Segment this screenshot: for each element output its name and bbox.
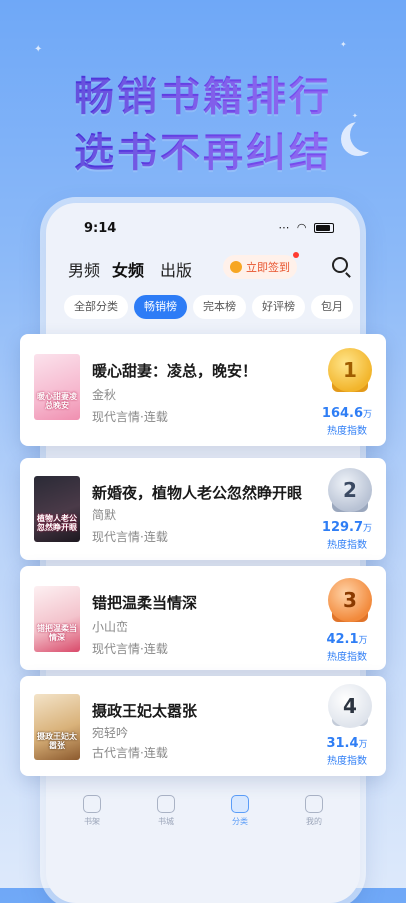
chip-rated[interactable]: 好评榜 xyxy=(252,295,305,319)
book-author: 金秋 xyxy=(92,388,117,402)
book-cover[interactable]: 错把温柔当情深 xyxy=(34,586,80,652)
book-card[interactable]: 错把温柔当情深 错把温柔当情深 小山峦 现代言情·连载 3 42.1万 热度指数 xyxy=(20,566,386,670)
book-title[interactable]: 暖心甜妻：凌总，晚安！ xyxy=(92,360,257,381)
book-cover[interactable]: 摄政王妃太嚣张 xyxy=(34,694,80,760)
status-icons: ⋯ ◠ xyxy=(278,221,334,234)
heat-index: 164.6万 热度指数 xyxy=(321,406,373,437)
headline-line1: 畅销书籍排行 xyxy=(74,74,332,120)
category-icon xyxy=(231,795,249,813)
tab-male[interactable]: 男频 xyxy=(68,257,100,281)
book-cover[interactable]: 植物人老公忽然睁开眼 xyxy=(34,476,80,542)
battery-icon xyxy=(314,223,334,233)
tab-publish[interactable]: 出版 xyxy=(160,257,192,281)
top-nav: 男频 女频 出版 立即签到 xyxy=(68,252,348,285)
rank-badge: 4 xyxy=(328,684,372,728)
rank-medal-silver: 2 xyxy=(328,468,372,512)
profile-icon xyxy=(305,795,323,813)
chip-all[interactable]: 全部分类 xyxy=(64,295,128,319)
coin-icon xyxy=(230,261,242,273)
heat-index: 129.7万 热度指数 xyxy=(321,520,373,551)
book-author: 宛轻吟 xyxy=(92,726,129,740)
book-card[interactable]: 暖心甜妻凌总晚安 暖心甜妻：凌总，晚安！ 金秋 现代言情·连载 1 164.6万… xyxy=(20,334,386,446)
tab-profile[interactable]: 我的 xyxy=(294,795,334,827)
status-time: 9:14 xyxy=(84,221,117,236)
book-author: 简默 xyxy=(92,508,117,522)
search-icon[interactable] xyxy=(332,257,348,273)
book-title[interactable]: 新婚夜，植物人老公忽然睁开眼 xyxy=(92,482,302,503)
wifi-icon: ◠ xyxy=(296,221,309,234)
signal-icon: ⋯ xyxy=(278,221,292,234)
headline-line2: 选书不再纠结 xyxy=(74,130,332,176)
filter-chips: 全部分类 畅销榜 完本榜 好评榜 包月 xyxy=(64,295,360,321)
tab-bookshelf[interactable]: 书架 xyxy=(72,795,112,827)
rank-medal-bronze: 3 xyxy=(328,578,372,622)
heat-index: 31.4万 热度指数 xyxy=(326,736,368,767)
star-icon: ✦ xyxy=(34,44,43,55)
tab-female[interactable]: 女频 xyxy=(112,257,144,281)
book-card[interactable]: 植物人老公忽然睁开眼 新婚夜，植物人老公忽然睁开眼 简默 现代言情·连载 2 1… xyxy=(20,458,386,560)
tab-bookstore[interactable]: 书城 xyxy=(146,795,186,827)
book-cover[interactable]: 暖心甜妻凌总晚安 xyxy=(34,354,80,420)
book-card[interactable]: 摄政王妃太嚣张 摄政王妃太嚣张 宛轻吟 古代言情·连载 4 31.4万 热度指数 xyxy=(20,676,386,776)
bottom-tab-bar: 书架 书城 分类 我的 xyxy=(46,783,360,843)
star-icon: ✦ xyxy=(340,40,347,49)
bookstore-icon xyxy=(157,795,175,813)
book-tags: 现代言情·连载 xyxy=(92,642,168,656)
book-author: 小山峦 xyxy=(92,620,129,634)
book-title[interactable]: 错把温柔当情深 xyxy=(92,592,197,613)
book-tags: 现代言情·连载 xyxy=(92,530,168,544)
checkin-button[interactable]: 立即签到 xyxy=(223,252,299,279)
status-bar: 9:14 ⋯ ◠ xyxy=(46,203,360,249)
notification-dot xyxy=(293,252,299,258)
chip-completed[interactable]: 完本榜 xyxy=(193,295,246,319)
book-tags: 现代言情·连载 xyxy=(92,410,168,424)
heat-index: 42.1万 热度指数 xyxy=(326,632,368,663)
chip-bestseller[interactable]: 畅销榜 xyxy=(134,295,187,319)
rank-medal-gold: 1 xyxy=(328,348,372,392)
checkin-label: 立即签到 xyxy=(246,261,290,274)
book-tags: 古代言情·连载 xyxy=(92,746,168,760)
book-title[interactable]: 摄政王妃太嚣张 xyxy=(92,700,197,721)
chip-monthly[interactable]: 包月 xyxy=(311,295,353,319)
tab-category[interactable]: 分类 xyxy=(220,795,260,827)
bookshelf-icon xyxy=(83,795,101,813)
